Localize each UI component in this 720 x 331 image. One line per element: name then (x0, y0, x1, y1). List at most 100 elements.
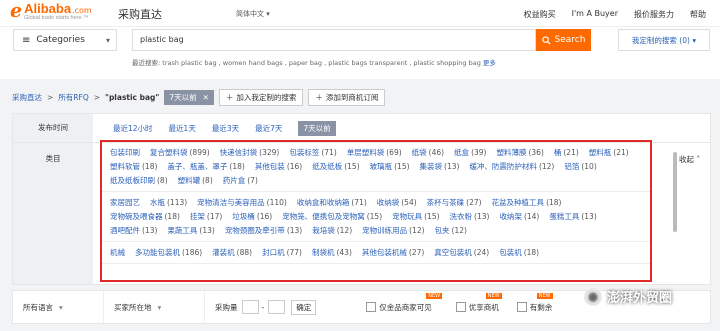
alibaba-logo[interactable]: ℯ Alibaba.com Global trade starts here.™ (10, 2, 92, 22)
category-group-head[interactable]: 机械 (110, 248, 125, 257)
category-item-name: 制袋机 (311, 248, 335, 257)
category-item[interactable]: 其他包装机械 (27) (362, 248, 424, 257)
add-custom-search-button[interactable]: ＋加入我定制的搜索 (218, 89, 304, 106)
quantity-max-input[interactable] (268, 300, 286, 314)
category-item[interactable]: 复合塑料袋 (899) (150, 148, 210, 157)
time-option-12h[interactable]: 最近12小时 (113, 123, 153, 136)
category-item[interactable]: 药片盒 (7) (223, 176, 258, 185)
category-line: 包装印刷 复合塑料袋 (899) 快递信封袋 (329) 包装标签 (71) 单层塑料袋 (69… (110, 146, 642, 188)
category-item[interactable]: 茶杯与茶碟 (27) (427, 198, 482, 207)
custom-search-button[interactable]: 我定制的搜索 (0) ▾ (618, 29, 710, 51)
category-item[interactable]: 纸及纸板 (15) (312, 162, 359, 171)
category-item[interactable]: 灌装机 (88) (212, 248, 252, 257)
quantity-confirm-button[interactable]: 确定 (291, 299, 317, 315)
category-item[interactable]: 宠物颈圈及牵引带 (13) (225, 226, 302, 235)
breadcrumb-item-home[interactable]: 采购直达 (12, 92, 42, 103)
category-item[interactable]: 其他包装 (16) (255, 162, 302, 171)
category-item[interactable]: 盖子、瓶盖、罩子 (18) (167, 162, 244, 171)
buyer-location-dropdown[interactable]: 买家所在地 ▾ (104, 291, 205, 323)
time-option-1d[interactable]: 最近1天 (169, 123, 196, 136)
language-dropdown[interactable]: 所有语言 ▾ (13, 291, 104, 323)
category-item[interactable]: 收纳盒和收纳箱 (71) (297, 198, 367, 207)
checkbox[interactable] (455, 302, 466, 312)
category-item[interactable]: 收纳袋 (54) (377, 198, 417, 207)
category-item[interactable]: 宠物笼、便携包及宠物窝 (15) (282, 212, 382, 221)
site-name[interactable]: 采购直达 (118, 6, 162, 22)
category-item[interactable]: 洗衣粉 (13) (450, 212, 490, 221)
category-item[interactable]: 缓冲、防震防护材料 (12) (469, 162, 554, 171)
category-item-count: (71) (321, 148, 337, 157)
recent-items[interactable]: trash plastic bag , women hand bags , pa… (162, 59, 481, 67)
gold-supplier-option[interactable]: 仅金品商家可见 NEW (366, 292, 443, 313)
category-item[interactable]: 桶 (21) (554, 148, 579, 157)
category-item[interactable]: 制袋机 (43) (312, 248, 352, 257)
category-item[interactable]: 塑料罐 (8) (178, 176, 213, 185)
category-item[interactable]: 花盆及种植工具 (18) (492, 198, 562, 207)
category-item-name: 其他包装 (254, 162, 285, 171)
top-link-help[interactable]: 帮助 (690, 9, 706, 20)
top-link-quote[interactable]: 报价服务力 (634, 9, 674, 20)
quantity-min-input[interactable] (241, 300, 259, 314)
category-item[interactable]: 果蔬工具 (13) (167, 226, 214, 235)
category-item[interactable]: 宠物训练用品 (12) (362, 226, 424, 235)
category-item[interactable]: 纸盒 (39) (454, 148, 486, 157)
category-item[interactable]: 纸及纸板印刷 (8) (110, 176, 168, 185)
chevron-down-icon: ▾ (692, 35, 697, 45)
category-item[interactable]: 纸袋 (46) (412, 148, 444, 157)
checkbox[interactable] (516, 302, 527, 312)
category-item[interactable]: 封口机 (77) (262, 248, 302, 257)
category-item[interactable]: 宠物玩具 (15) (392, 212, 439, 221)
category-item[interactable]: 宠物碗及喂食器 (18) (110, 212, 180, 221)
category-item[interactable]: 挂架 (17) (190, 212, 222, 221)
search-input[interactable]: plastic bag (132, 29, 536, 51)
category-item[interactable]: 栽培袋 (12) (312, 226, 352, 235)
category-item[interactable]: 玻璃瓶 (15) (370, 162, 410, 171)
breadcrumb-item-rfq[interactable]: 所有RFQ (58, 92, 88, 103)
category-item-count: (7) (247, 176, 258, 185)
remaining-option[interactable]: 有剩余 NEW (516, 292, 553, 313)
category-scrollbar[interactable] (673, 152, 677, 232)
search-icon (541, 35, 551, 45)
category-item[interactable]: 蛋糕工具 (13) (549, 212, 596, 221)
time-filter-chip[interactable]: 7天以前 ✕ (164, 90, 214, 105)
category-item[interactable]: 水瓶 (113) (150, 198, 187, 207)
category-item-count: (24) (473, 248, 490, 257)
add-subscription-button[interactable]: ＋添加到商机订阅 (308, 89, 386, 106)
time-option-3d[interactable]: 最近3天 (212, 123, 239, 136)
checkbox[interactable] (366, 302, 377, 312)
category-item-name: 灌装机 (212, 248, 235, 257)
category-item[interactable]: 塑料薄膜 (36) (496, 148, 543, 157)
category-group-head[interactable]: 包装印刷 (110, 148, 140, 157)
time-option-older[interactable]: 7天以前 (298, 121, 336, 136)
collapse-toggle[interactable]: 收起 ˄ (679, 154, 700, 165)
category-item-name: 收纳袋 (376, 198, 400, 207)
time-option-7d[interactable]: 最近7天 (255, 123, 282, 136)
category-item[interactable]: 包夹 (12) (435, 226, 467, 235)
recent-more-link[interactable]: 更多 (483, 59, 496, 67)
category-item[interactable]: 包装标签 (71) (289, 148, 336, 157)
category-item[interactable]: 包装机 (18) (499, 248, 539, 257)
category-item[interactable]: 塑料软管 (18) (110, 162, 157, 171)
category-item[interactable]: 快递信封袋 (329) (220, 148, 280, 157)
top-link-rights[interactable]: 权益购买 (524, 9, 556, 20)
category-item[interactable]: 宠物清洁与美容用品 (110) (197, 198, 287, 207)
category-item[interactable]: 酒吧配件 (13) (110, 226, 157, 235)
category-dropdown[interactable]: ≡ Categories ▾ (13, 29, 117, 51)
category-item[interactable]: 集装袋 (13) (420, 162, 460, 171)
category-item-name: 复合塑料袋 (150, 148, 188, 157)
category-item[interactable]: 塑料瓶 (21) (589, 148, 629, 157)
category-item[interactable]: 铝箔 (10) (564, 162, 596, 171)
category-item[interactable]: 收纳架 (14) (499, 212, 539, 221)
language-select[interactable]: 简体中文 ▾ (236, 9, 270, 19)
category-item[interactable]: 单层塑料袋 (69) (347, 148, 402, 157)
search-button[interactable]: Search (536, 29, 591, 51)
premium-option[interactable]: 优享商机 NEW (455, 292, 502, 313)
top-link-buyer[interactable]: I'm A Buyer (572, 9, 618, 20)
category-item[interactable]: 多功能包装机 (186) (135, 248, 202, 257)
close-icon[interactable]: ✕ (203, 93, 209, 102)
category-item[interactable]: 垃圾桶 (16) (232, 212, 272, 221)
category-item[interactable]: 真空包装机 (24) (434, 248, 489, 257)
category-group-head[interactable]: 家居园艺 (110, 198, 140, 207)
category-item-name: 真空包装机 (434, 248, 472, 257)
breadcrumb-separator: > (47, 93, 54, 102)
